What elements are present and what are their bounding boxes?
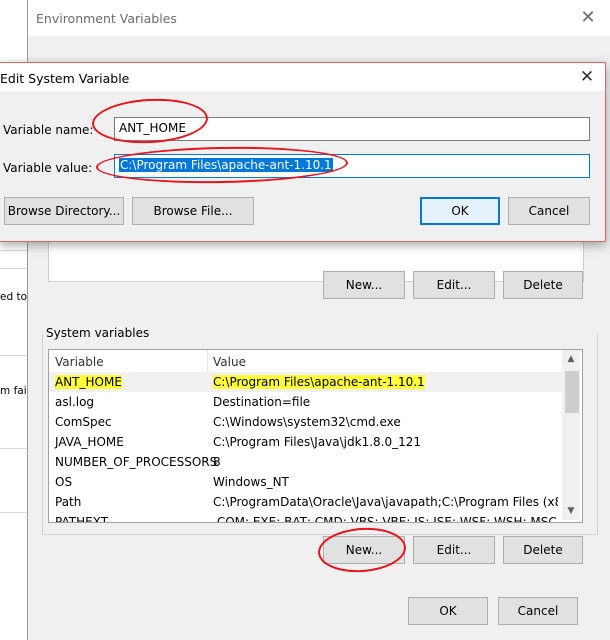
browse-file-button[interactable]: Browse File... (132, 197, 254, 225)
table-row[interactable]: PATHEXT .COM;.EXE;.BAT;.CMD;.VBS;.VBE;.J… (49, 512, 562, 523)
background-divider (0, 250, 30, 251)
row-value: Windows_NT (213, 475, 289, 489)
background-text: m faile (0, 385, 30, 397)
column-header-value[interactable]: Value (213, 355, 246, 369)
row-variable: ANT_HOME (55, 375, 122, 389)
row-variable: PATHEXT (55, 515, 109, 523)
row-variable: OS (55, 475, 73, 489)
row-variable: ComSpec (55, 415, 112, 429)
table-row[interactable]: asl.log Destination=file (49, 392, 562, 412)
table-row[interactable]: OS Windows_NT (49, 472, 562, 492)
variable-value-label: Variable value: (3, 161, 93, 175)
row-variable: JAVA_HOME (55, 435, 124, 449)
system-edit-button[interactable]: Edit... (413, 536, 495, 564)
system-variables-label: System variables (46, 326, 150, 340)
dialog-cancel-button[interactable]: Cancel (508, 197, 590, 225)
close-icon[interactable]: ✕ (578, 8, 598, 28)
row-value: C:\ProgramData\Oracle\Java\javapath;C:\P… (213, 495, 558, 509)
env-window-title: Environment Variables (36, 11, 177, 26)
list-header: Variable Value (49, 350, 562, 372)
dialog-title: Edit System Variable (0, 71, 130, 86)
background-divider (0, 448, 30, 449)
row-variable: NUMBER_OF_PROCESSORS (55, 455, 218, 469)
background-text: ed to (0, 291, 28, 303)
env-title-bar: Environment Variables ✕ (28, 0, 610, 36)
scroll-down-icon[interactable]: ▼ (562, 502, 580, 520)
dialog-ok-button[interactable]: OK (420, 197, 500, 225)
env-ok-button[interactable]: OK (408, 597, 488, 625)
close-icon[interactable]: ✕ (575, 66, 599, 88)
system-delete-button[interactable]: Delete (503, 536, 583, 564)
table-row[interactable]: ANT_HOME C:\Program Files\apache-ant-1.1… (49, 372, 562, 392)
browse-directory-button[interactable]: Browse Directory... (4, 197, 124, 225)
background-divider (0, 355, 30, 356)
row-variable: asl.log (55, 395, 95, 409)
column-header-variable[interactable]: Variable (55, 355, 104, 369)
row-value: C:\Program Files\apache-ant-1.10.1 (213, 375, 425, 389)
row-value: C:\Windows\system32\cmd.exe (213, 415, 401, 429)
scrollbar-thumb[interactable] (565, 371, 579, 413)
table-row[interactable]: JAVA_HOME C:\Program Files\Java\jdk1.8.0… (49, 432, 562, 452)
table-row[interactable]: ComSpec C:\Windows\system32\cmd.exe (49, 412, 562, 432)
table-row[interactable]: NUMBER_OF_PROCESSORS 8 (49, 452, 562, 472)
row-value: .COM;.EXE;.BAT;.CMD;.VBS;.VBE;.JS;.JSE;.… (213, 515, 557, 523)
column-separator[interactable] (207, 350, 208, 372)
background-divider (0, 512, 30, 513)
table-row[interactable]: Path C:\ProgramData\Oracle\Java\javapath… (49, 492, 562, 512)
variable-name-label: Variable name: (3, 123, 94, 137)
dialog-title-bar: Edit System Variable ✕ (0, 63, 605, 91)
row-value: Destination=file (213, 395, 311, 409)
env-cancel-button[interactable]: Cancel (498, 597, 578, 625)
user-new-button[interactable]: New... (323, 271, 405, 299)
row-value: C:\Program Files\Java\jdk1.8.0_121 (213, 435, 422, 449)
row-value: 8 (213, 455, 221, 469)
background-divider (0, 268, 30, 269)
user-delete-button[interactable]: Delete (503, 271, 583, 299)
scroll-up-icon[interactable]: ▲ (562, 350, 580, 368)
user-edit-button[interactable]: Edit... (413, 271, 495, 299)
system-variables-list[interactable]: Variable Value ANT_HOME C:\Program Files… (48, 349, 583, 523)
row-variable: Path (55, 495, 82, 509)
